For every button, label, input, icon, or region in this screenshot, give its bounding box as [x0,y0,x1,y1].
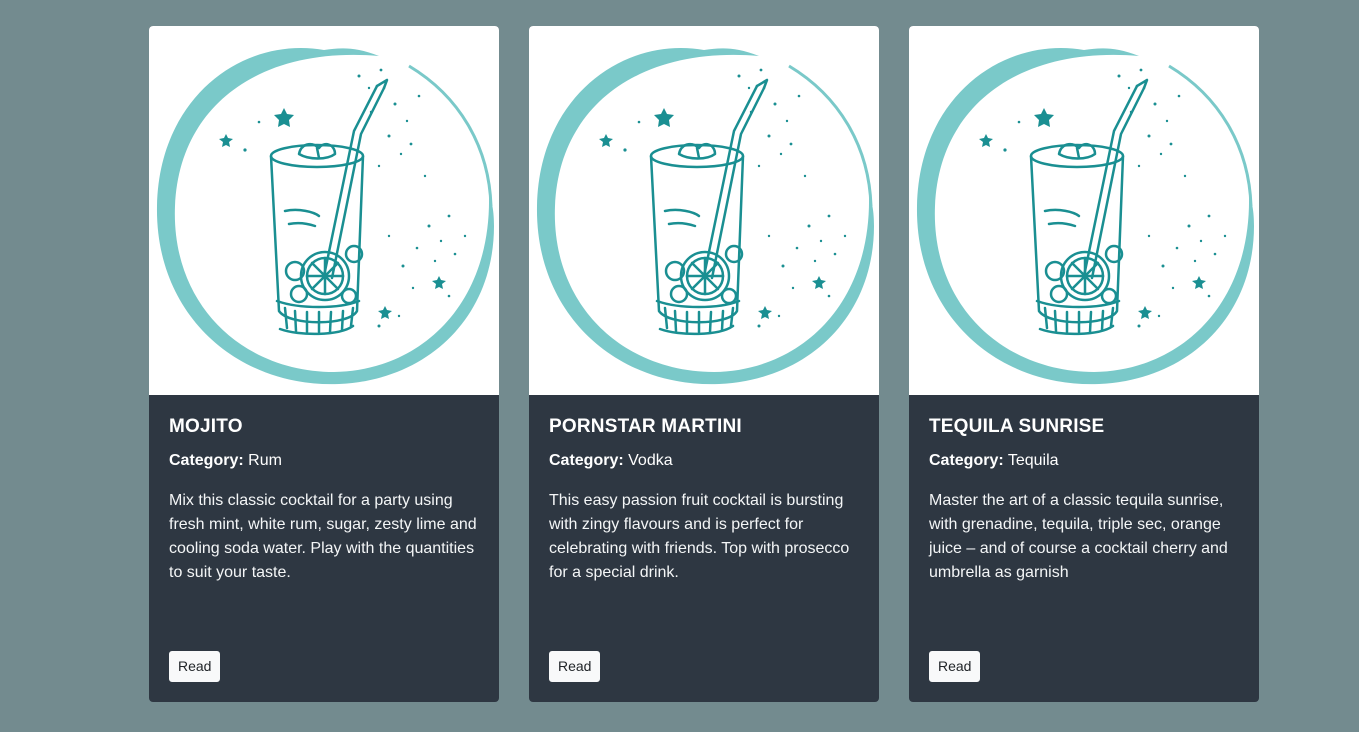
cocktail-glass-icon [536,47,874,385]
card-category: Category: Tequila [929,450,1239,472]
card-category: Category: Rum [169,450,479,472]
card-title: TEQUILA SUNRISE [929,416,1105,437]
card-title: MOJITO [169,416,243,437]
card-description: Master the art of a classic tequila sunr… [929,492,1228,581]
card-description: Mix this classic cocktail for a party us… [169,492,477,581]
category-value: Vodka [628,452,673,469]
card-description: This easy passion fruit cocktail is burs… [549,492,850,581]
cocktail-illustration [149,26,499,395]
card-body: PORNSTAR MARTINI Category: Vodka This ea… [529,415,879,585]
cocktail-card-list: MOJITO Category: Rum Mix this classic co… [149,26,1259,702]
cocktail-card: TEQUILA SUNRISE Category: Tequila Master… [909,26,1259,702]
cocktail-illustration [909,26,1259,395]
category-value: Tequila [1007,452,1059,469]
card-body: TEQUILA SUNRISE Category: Tequila Master… [909,415,1259,585]
cocktail-glass-icon [916,47,1254,385]
cocktail-illustration [529,26,879,395]
category-value: Rum [248,452,282,469]
card-body: MOJITO Category: Rum Mix this classic co… [149,415,499,585]
category-label: Category: [929,452,1004,469]
card-title: PORNSTAR MARTINI [549,416,742,437]
read-button[interactable]: Read [929,651,981,682]
cocktail-card: MOJITO Category: Rum Mix this classic co… [149,26,499,702]
cocktail-card: PORNSTAR MARTINI Category: Vodka This ea… [529,26,879,702]
category-label: Category: [549,452,624,469]
card-category: Category: Vodka [549,450,859,472]
cocktail-glass-icon [156,47,494,385]
read-button[interactable]: Read [169,651,221,682]
category-label: Category: [169,452,244,469]
read-button[interactable]: Read [549,651,601,682]
